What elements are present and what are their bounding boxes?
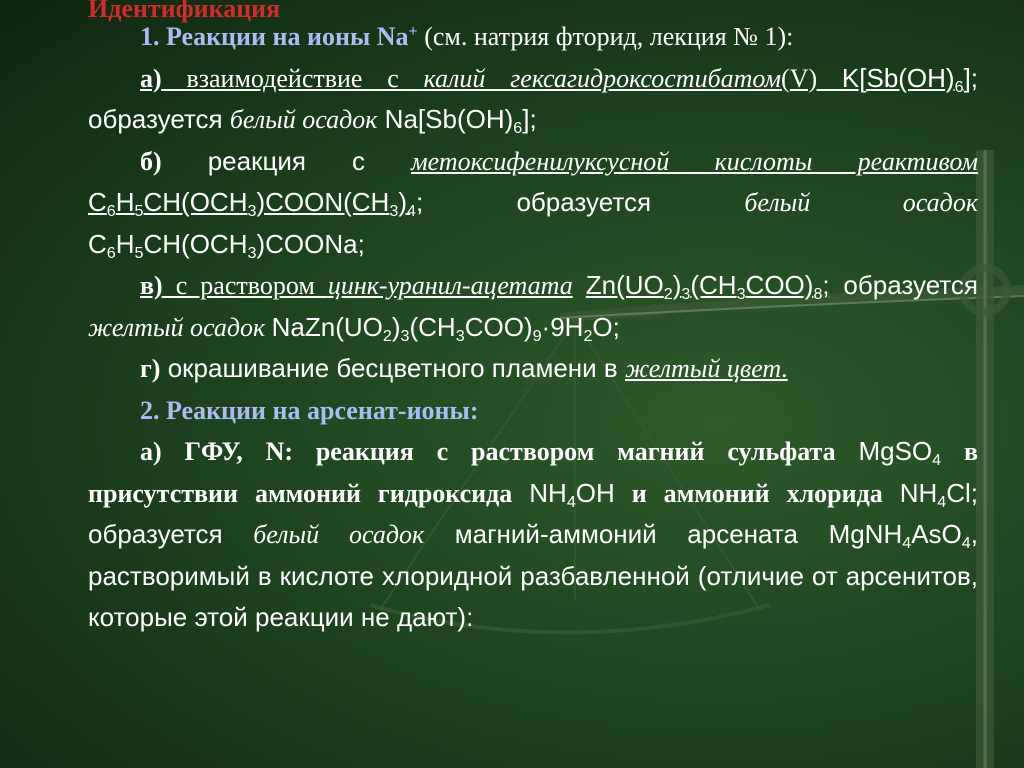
slide-content: Идентификация 1. Реакции на ионы Na+ (см…	[88, 0, 978, 639]
slide-title: Идентификация	[88, 0, 281, 23]
section-2-title: 2. Реакции на арсенат-ионы:	[140, 395, 479, 425]
item-g-sodium: г) окрашивание бесцветного пламени в жел…	[140, 353, 788, 383]
section-1: 1. Реакции на ионы Na+ (см. натрия фтори…	[140, 22, 794, 51]
item-a-arsenate: а) ГФУ, N: реакция с раствором магний су…	[88, 436, 979, 632]
item-b-sodium: б) реакция с метоксифенилуксусной кислот…	[88, 145, 979, 262]
section-2: 2. Реакции на арсенат-ионы:	[88, 390, 978, 432]
item-a-sodium: а) взаимодействие с калий гексагидроксос…	[88, 62, 979, 137]
item-v-sodium: в) с раствором цинк-уранил-ацетата Zn(UO…	[88, 270, 979, 345]
section-1-title: 1. Реакции на ионы Na	[140, 22, 409, 51]
